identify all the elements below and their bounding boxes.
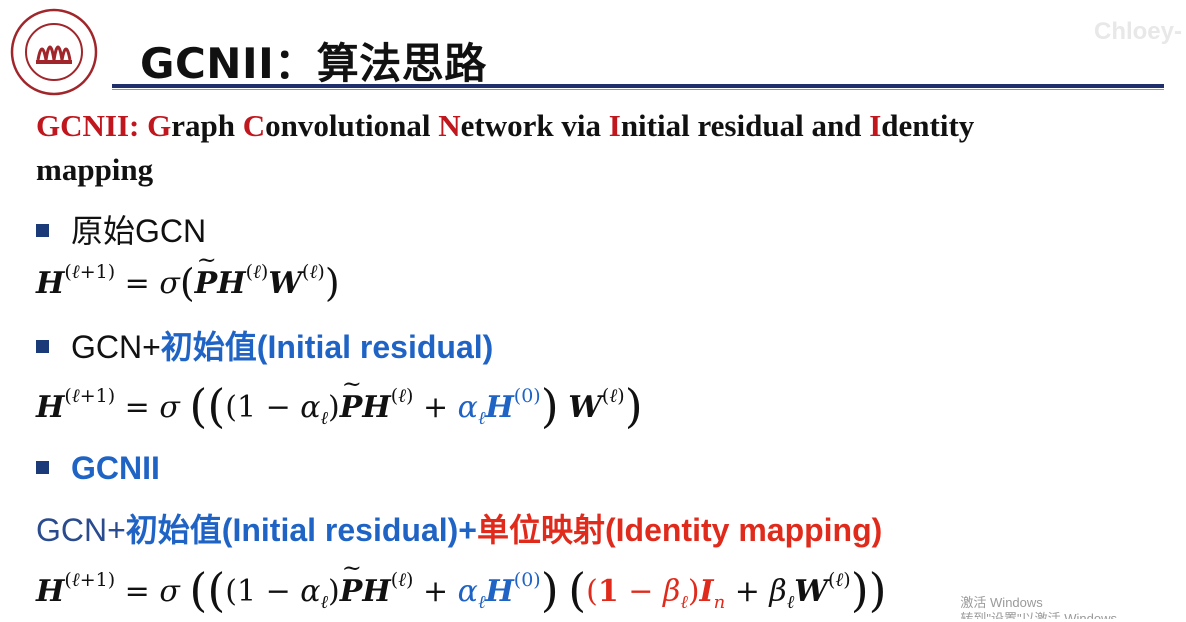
subtitle-word: raph xyxy=(171,108,243,143)
windows-activation-watermark: 激活 Windows 转到"设置"以激活 Windows。 xyxy=(960,595,1130,619)
bullet-square-icon xyxy=(36,340,49,354)
gcnii-description: GCN+初始值(Initial residual)+单位映射(Identity … xyxy=(36,505,882,551)
watermark-line-1: 激活 Windows xyxy=(960,595,1043,610)
bullet-square-icon xyxy=(36,224,49,238)
title-rule xyxy=(112,84,1164,88)
subtitle-cap: N xyxy=(438,108,461,143)
university-logo xyxy=(10,8,98,96)
subtitle-cap: C xyxy=(242,108,266,143)
gcnii-desc-initial: 初始值(Initial residual)+ xyxy=(125,512,477,548)
subtitle-line-2: mapping xyxy=(36,152,154,187)
section-label: GCNII xyxy=(71,450,160,486)
formula-original-gcn: H(ℓ+1) = σ(PH(ℓ)W(ℓ)) xyxy=(36,246,340,305)
section-gcnii: GCNII xyxy=(36,450,160,487)
watermark-line-2: 转到"设置"以激活 Windows。 xyxy=(960,611,1130,619)
section-original-gcn: 原始GCN xyxy=(36,206,206,252)
gcnii-desc-identity: 单位映射(Identity mapping) xyxy=(476,512,883,548)
subtitle-word: nitial residual and xyxy=(620,108,870,143)
page-title: GCNII：算法思路 xyxy=(140,39,487,88)
section-label-prefix: GCN+ xyxy=(71,329,161,365)
subtitle-line-1: GCNII: Graph Convolutional Network via I… xyxy=(36,108,974,144)
user-watermark: Chloey- xyxy=(1093,18,1182,45)
gcnii-desc-prefix: GCN+ xyxy=(36,512,126,548)
formula-gcnii: H(ℓ+1) = σ (((1 − αℓ)PH(ℓ) + αℓH(0)) ((1… xyxy=(36,554,887,617)
subtitle-word: onvolutional xyxy=(265,108,439,143)
subtitle-cap: I xyxy=(608,108,621,143)
formula-initial-residual: H(ℓ+1) = σ (((1 − αℓ)PH(ℓ) + αℓH(0)) W(ℓ… xyxy=(36,370,643,433)
bullet-square-icon xyxy=(36,461,49,475)
subtitle-cap: I xyxy=(869,108,882,143)
section-label: 原始GCN xyxy=(71,213,207,249)
subtitle-cap: G xyxy=(147,108,172,143)
title-rule-thin xyxy=(112,89,1164,90)
subtitle-word: dentity xyxy=(881,108,975,143)
subtitle-acronym: GCNII: xyxy=(36,108,148,143)
section-label-highlight: 初始值(Initial residual) xyxy=(160,329,494,365)
subtitle-word: etwork via xyxy=(460,108,609,143)
section-initial-residual: GCN+初始值(Initial residual) xyxy=(36,322,493,368)
